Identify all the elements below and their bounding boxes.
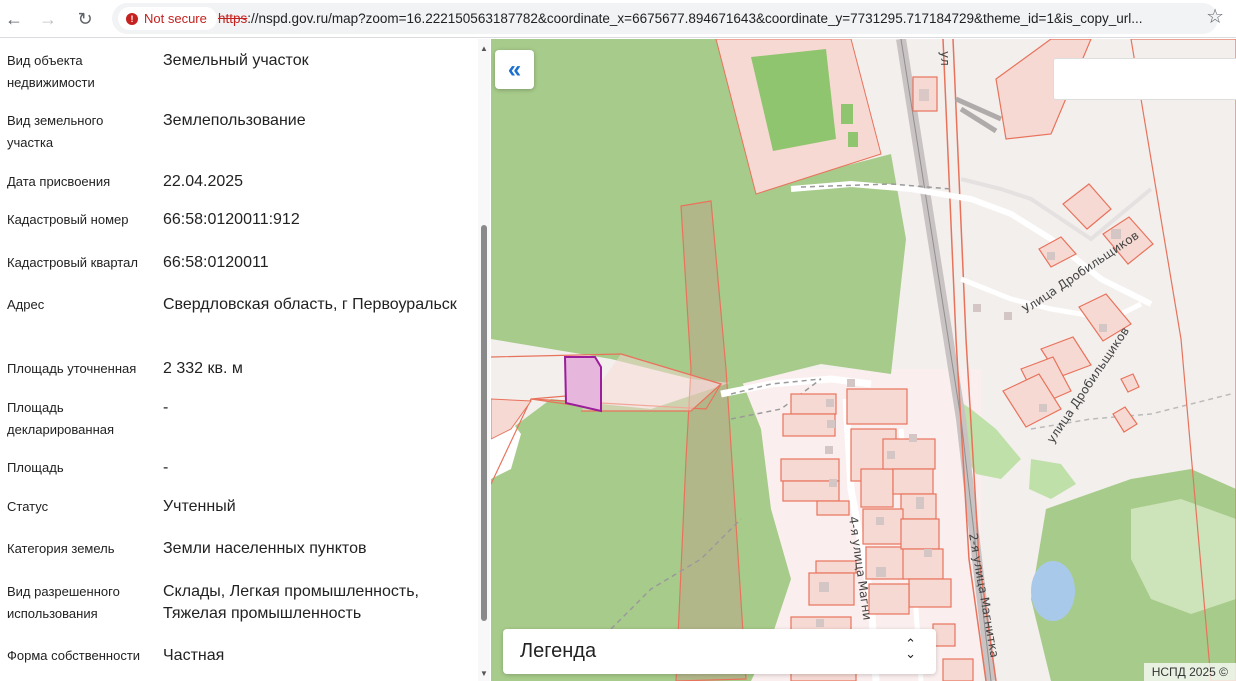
property-value: 2 332 кв. м bbox=[163, 360, 243, 377]
panel-scrollbar[interactable]: ▲ ▼ bbox=[478, 39, 490, 681]
warning-icon: ! bbox=[126, 12, 138, 25]
bookmark-star-icon[interactable]: ☆ bbox=[1206, 4, 1224, 29]
security-chip[interactable]: ! Not secure bbox=[118, 7, 217, 30]
property-value: - bbox=[163, 459, 169, 476]
security-label: Not secure bbox=[144, 11, 207, 26]
url-scheme: https bbox=[218, 11, 248, 26]
address-bar[interactable]: ! Not secure https://nspd.gov.ru/map?zoo… bbox=[112, 3, 1218, 34]
property-value: 66:58:0120011 bbox=[163, 254, 269, 271]
property-value: Учтенный bbox=[163, 498, 236, 515]
property-label: Площадь декларированная bbox=[7, 400, 115, 437]
map-canvas[interactable]: Улица Дробильщиков улица Дробильщиков 4-… bbox=[491, 39, 1236, 681]
browser-toolbar: ← → ↻ ! Not secure https://nspd.gov.ru/m… bbox=[0, 0, 1236, 38]
property-label: Дата присвоения bbox=[7, 174, 111, 189]
property-label: Категория земель bbox=[7, 541, 115, 556]
property-label: Адрес bbox=[7, 297, 45, 312]
chevron-up-down-icon[interactable]: ⌃ ⌄ bbox=[905, 637, 916, 660]
property-value: Свердловская область, г Первоуральск bbox=[163, 296, 457, 313]
property-value: Земли населенных пунктов bbox=[163, 540, 367, 557]
url-text[interactable]: https://nspd.gov.ru/map?zoom=16.22215056… bbox=[218, 11, 1178, 26]
property-label: Вид объекта недвижимости bbox=[7, 53, 95, 90]
property-value: Землепользование bbox=[163, 112, 306, 129]
property-value: Склады, Легкая промышленность, Тяжелая п… bbox=[163, 583, 419, 622]
property-value: Земельный участок bbox=[163, 52, 309, 69]
map-copyright: НСПД 2025 © bbox=[1143, 663, 1236, 681]
property-label: Статус bbox=[7, 499, 49, 514]
url-path: ://nspd.gov.ru/map?zoom=16.2221505631877… bbox=[247, 11, 1143, 26]
scroll-thumb[interactable] bbox=[481, 225, 487, 621]
property-value: Частная bbox=[163, 647, 225, 664]
scroll-down-arrow-icon[interactable]: ▼ bbox=[480, 669, 488, 678]
property-label: Форма собственности bbox=[7, 648, 141, 663]
scroll-up-arrow-icon[interactable]: ▲ bbox=[480, 44, 488, 53]
reload-icon[interactable]: ↻ bbox=[73, 7, 97, 31]
property-label: Вид земельного участка bbox=[7, 113, 104, 150]
property-label: Кадастровый номер bbox=[7, 212, 129, 227]
double-chevron-left-icon[interactable]: « bbox=[495, 50, 534, 89]
property-label: Площадь уточненная bbox=[7, 361, 137, 376]
property-panel: Вид объекта недвижимости Земельный участ… bbox=[0, 39, 490, 681]
cadastral-map[interactable]: Улица Дробильщиков улица Дробильщиков 4-… bbox=[491, 39, 1236, 681]
legend-panel[interactable]: Легенда ⌃ ⌄ bbox=[503, 629, 936, 674]
forward-arrow-icon[interactable]: → bbox=[36, 7, 60, 31]
property-label: Кадастровый квартал bbox=[7, 255, 138, 270]
selected-parcel[interactable] bbox=[563, 356, 602, 413]
property-value: - bbox=[163, 399, 169, 416]
legend-title: Легенда bbox=[520, 640, 597, 662]
street-label: ул bbox=[938, 51, 952, 66]
property-label: Вид разрешенного использования bbox=[7, 584, 120, 621]
back-arrow-icon[interactable]: ← bbox=[2, 7, 26, 31]
property-value: 22.04.2025 bbox=[163, 173, 244, 190]
property-value: 66:58:0120011:912 bbox=[163, 211, 300, 228]
map-search-field[interactable] bbox=[1053, 58, 1236, 100]
property-label: Площадь bbox=[7, 460, 64, 475]
